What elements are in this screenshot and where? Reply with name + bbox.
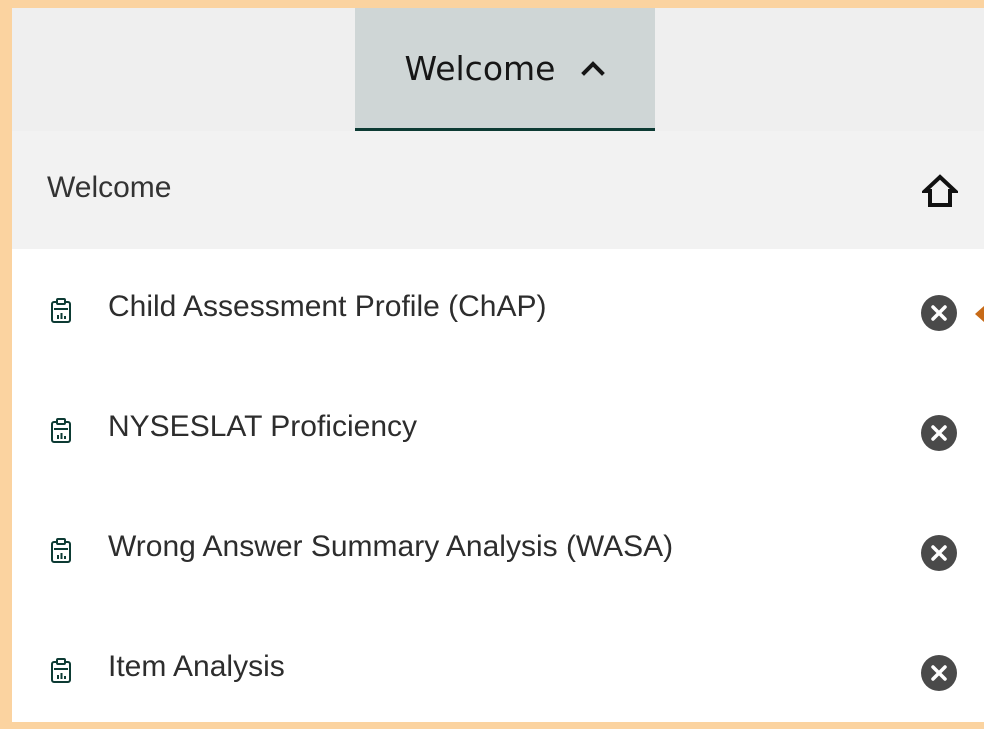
list-item-label: NYSESLAT Proficiency bbox=[108, 410, 418, 443]
open-reports-panel: Welcome Welcome Child Assessment Profile… bbox=[12, 8, 984, 722]
chevron-up-icon bbox=[581, 61, 606, 76]
list-item-label: Child Assessment Profile (ChAP) bbox=[108, 290, 547, 323]
top-edge-strip bbox=[0, 0, 984, 8]
list-item[interactable]: Wrong Answer Summary Analysis (WASA) bbox=[12, 489, 984, 609]
list-item[interactable]: Item Analysis bbox=[12, 609, 984, 729]
tab-label: Welcome bbox=[404, 48, 556, 88]
close-circle-icon[interactable] bbox=[920, 654, 958, 692]
home-icon[interactable] bbox=[922, 174, 958, 208]
home-row-label: Welcome bbox=[47, 171, 172, 204]
report-clipboard-icon bbox=[51, 658, 71, 683]
close-circle-icon[interactable] bbox=[920, 534, 958, 572]
close-circle-icon[interactable] bbox=[920, 414, 958, 452]
pointer-arrow-icon bbox=[975, 306, 984, 322]
list-item[interactable]: NYSESLAT Proficiency bbox=[12, 369, 984, 489]
report-clipboard-icon bbox=[51, 538, 71, 563]
report-list: Child Assessment Profile (ChAP) NYSESLAT… bbox=[12, 249, 984, 729]
report-clipboard-icon bbox=[51, 418, 71, 443]
report-clipboard-icon bbox=[51, 298, 71, 323]
tab-bar: Welcome bbox=[12, 8, 984, 136]
tab-welcome[interactable]: Welcome bbox=[355, 8, 655, 136]
list-item-label: Wrong Answer Summary Analysis (WASA) bbox=[108, 530, 674, 563]
home-row[interactable]: Welcome bbox=[12, 131, 984, 249]
close-circle-icon[interactable] bbox=[920, 294, 958, 332]
list-item-label: Item Analysis bbox=[108, 650, 285, 683]
list-item[interactable]: Child Assessment Profile (ChAP) bbox=[12, 249, 984, 369]
